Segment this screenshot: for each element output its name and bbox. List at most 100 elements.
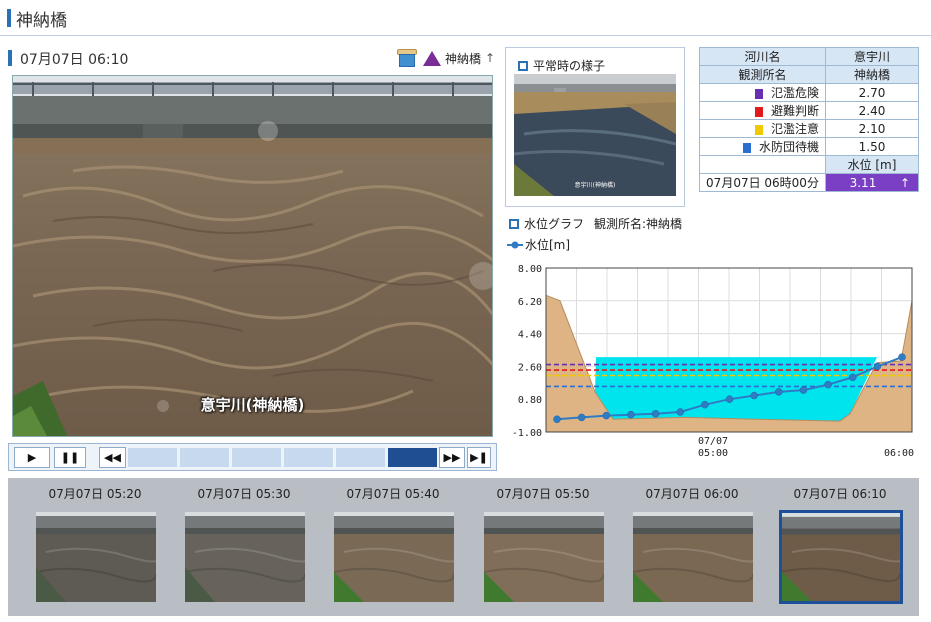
normal-state-image[interactable]: 意宇川(神納橋) xyxy=(514,74,676,196)
bucket-icon[interactable] xyxy=(397,49,417,67)
thumbnail-time: 07月07日 05:50 xyxy=(496,487,590,501)
camera-image: 意宇川(神納橋) xyxy=(12,75,493,437)
up-arrow-icon[interactable]: ↑ xyxy=(485,51,495,65)
rising-arrow-icon: ↑ xyxy=(899,175,910,190)
water-level-table: 河川名 意宇川 観測所名 神納橋 氾濫危険 2.70 避難判断 2.40 氾濫注… xyxy=(699,47,919,192)
station-link[interactable]: 神納橋 xyxy=(445,50,481,67)
page-title: 神納橋 xyxy=(16,11,67,31)
rewind-button[interactable]: ◀◀ xyxy=(99,447,126,468)
data-point xyxy=(553,415,561,423)
camera-tools: 神納橋 ↑ xyxy=(397,47,495,69)
data-point xyxy=(651,410,660,418)
thumbnail-strip: 07月07日 05:20 07月07日 05:30 07月07日 05:40 07月0… xyxy=(8,478,919,616)
thumbnail-item[interactable]: 07月07日 05:20 xyxy=(30,484,160,602)
end-icon: ▶❚ xyxy=(470,451,488,464)
graph-station: 観測所名:神納橋 xyxy=(594,217,683,231)
data-point xyxy=(775,388,783,396)
timeline-segment[interactable] xyxy=(232,448,281,467)
pause-button[interactable]: ❚❚ xyxy=(54,447,86,468)
timeline-segment-current[interactable] xyxy=(388,448,437,467)
thumbnail-item[interactable]: 07月07日 06:10 xyxy=(775,484,905,604)
river-camera-page: 神納橋 07月07日 06:10 神納橋 ↑ 意宇川(神納橋) ▶ ❚❚ ◀◀ … xyxy=(0,0,931,622)
y-tick-label: -1.00 xyxy=(512,428,542,439)
data-point xyxy=(750,391,758,400)
header-accent-bar xyxy=(7,9,11,27)
data-point xyxy=(848,373,857,382)
thumbnail-time: 07月07日 05:20 xyxy=(48,487,142,501)
y-tick-label: 0.80 xyxy=(518,395,542,406)
thumbnail-image[interactable] xyxy=(185,512,305,602)
normal-state-label: 平常時の様子 xyxy=(533,59,606,73)
pause-icon: ❚❚ xyxy=(60,451,80,464)
data-point xyxy=(627,410,635,419)
thumbnail-image[interactable] xyxy=(36,512,156,602)
rewind-icon: ◀◀ xyxy=(104,451,121,464)
end-button[interactable]: ▶❚ xyxy=(467,447,491,468)
thumbnail-image[interactable] xyxy=(484,512,604,602)
thumbnail-item[interactable]: 07月07日 05:40 xyxy=(328,484,458,602)
play-icon: ▶ xyxy=(27,451,37,464)
y-tick-label: 6.20 xyxy=(518,297,542,308)
graph-legend: 水位[m] xyxy=(507,236,570,253)
thumbnail-time: 07月07日 05:40 xyxy=(346,487,440,501)
danger-color-chip xyxy=(754,88,763,99)
level-name: 氾濫危険 xyxy=(770,86,819,100)
standby-color-chip xyxy=(742,142,751,153)
data-point xyxy=(898,353,906,361)
timeline-segment[interactable] xyxy=(284,448,333,467)
station-name-value: 神納橋 xyxy=(825,65,919,84)
graph-header: 水位グラフ 観測所名:神納橋 xyxy=(509,215,682,232)
thumbnail-item[interactable]: 07月07日 05:30 xyxy=(179,484,309,602)
level-row-evacuation: 避難判断 2.40 xyxy=(699,101,919,120)
graph-title: 水位グラフ xyxy=(524,217,585,231)
x-tick-label-date: 07/07 xyxy=(698,436,728,447)
level-name: 避難判断 xyxy=(770,104,819,118)
line-marker-icon xyxy=(507,241,523,248)
data-point xyxy=(824,380,832,389)
level-row-danger: 氾濫危険 2.70 xyxy=(699,83,919,102)
data-point xyxy=(799,386,808,394)
evacuation-color-chip xyxy=(754,106,763,117)
water-level-header: 水位 [m] xyxy=(825,155,919,174)
thumbnail-time: 07月07日 05:30 xyxy=(197,487,291,501)
y-tick-label: 4.40 xyxy=(518,330,542,341)
level-value: 2.10 xyxy=(825,119,919,138)
timeline-segment[interactable] xyxy=(128,448,177,467)
square-bullet-icon xyxy=(518,60,528,71)
play-button[interactable]: ▶ xyxy=(14,447,50,468)
y-tick-label: 2.60 xyxy=(518,362,542,373)
river-name-value: 意宇川 xyxy=(825,47,919,66)
level-value: 2.70 xyxy=(825,83,919,102)
thumbnail-time: 07月07日 06:10 xyxy=(793,487,887,501)
y-tick-label: 8.00 xyxy=(518,264,542,275)
station-name-label: 観測所名 xyxy=(699,65,826,84)
caution-color-chip xyxy=(754,124,763,135)
thumbnail-image[interactable] xyxy=(334,512,454,602)
camera-timestamp: 07月07日 06:10 xyxy=(20,52,129,68)
normal-state-header: 平常時の様子 xyxy=(518,57,605,74)
empty-cell xyxy=(699,155,826,174)
thumbnail-item[interactable]: 07月07日 06:00 xyxy=(627,484,757,602)
page-header: 神納橋 xyxy=(0,0,931,36)
thumbnail-item[interactable]: 07月07日 05:50 xyxy=(478,484,608,602)
thumbnail-time: 07月07日 06:00 xyxy=(645,487,739,501)
thumbnail-image[interactable] xyxy=(779,510,903,604)
level-name: 氾濫注意 xyxy=(770,122,819,136)
level-name: 水防団待機 xyxy=(758,140,819,154)
level-row-standby: 水防団待機 1.50 xyxy=(699,137,919,156)
timeline-segment[interactable] xyxy=(336,448,385,467)
current-time: 07月07日 06時00分 xyxy=(699,173,826,192)
data-point xyxy=(701,400,709,409)
legend-label: 水位[m] xyxy=(525,238,571,252)
timestamp-accent-bar xyxy=(8,50,12,66)
warning-triangle-icon xyxy=(423,50,441,66)
data-point xyxy=(577,413,586,422)
water-fill xyxy=(595,357,877,422)
timeline-segment[interactable] xyxy=(180,448,229,467)
current-level-cell: 3.11 ↑ xyxy=(825,173,919,192)
river-flood-image xyxy=(13,76,492,436)
water-level-chart: 8.00 6.20 4.40 2.60 0.80 -1.00 07/0705:00 06:00 xyxy=(512,264,914,459)
forward-button[interactable]: ▶▶ xyxy=(439,447,465,468)
normal-image-caption: 意宇川(神納橋) xyxy=(574,182,616,189)
thumbnail-image[interactable] xyxy=(633,512,753,602)
